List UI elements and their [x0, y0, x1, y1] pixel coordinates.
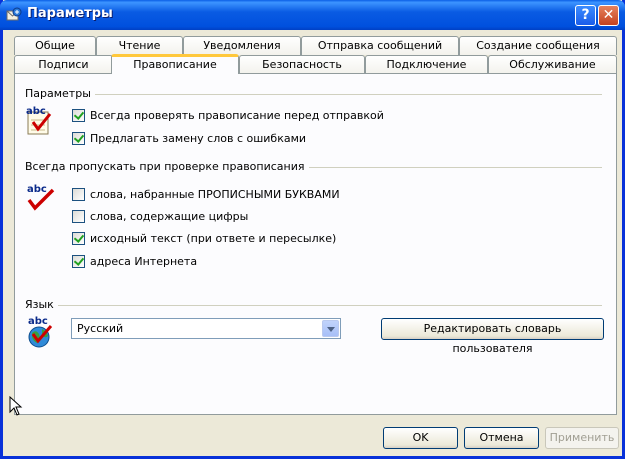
ignore-numbers-label: слова, содержащие цифры [90, 210, 249, 223]
tab-receipts[interactable]: Уведомления [183, 36, 301, 55]
window-title: Параметры [27, 6, 113, 21]
suggest-replacements-label: Предлагать замену слов с ошибками [90, 132, 307, 145]
tab-spelling[interactable]: Правописание [111, 54, 239, 74]
ignore-original-text-checkbox[interactable] [72, 232, 85, 245]
ignore-original-text-label: исходный текст (при ответе и пересылке) [90, 232, 337, 245]
ignore-internet-addresses-checkbox[interactable] [72, 255, 85, 268]
language-select[interactable]: Русский [71, 318, 341, 339]
ignore-numbers-option[interactable]: слова, содержащие цифры [72, 210, 248, 223]
language-globe-icon: abc [28, 316, 53, 348]
ignore-original-text-option[interactable]: исходный текст (при ответе и пересылке) [72, 232, 336, 245]
settings-group-label: Параметры [25, 87, 95, 100]
tab-general[interactable]: Общие [14, 36, 96, 55]
check-spelling-before-send-label: Всегда проверять правописание перед отпр… [90, 109, 384, 122]
tab-security[interactable]: Безопасность [239, 55, 365, 74]
tab-maintenance[interactable]: Обслуживание [488, 55, 617, 74]
ignore-internet-addresses-label: адреса Интернета [90, 255, 198, 268]
tab-compose[interactable]: Создание сообщения [459, 36, 617, 55]
check-spelling-before-send-checkbox[interactable] [72, 109, 85, 122]
svg-text:abc: abc [26, 106, 46, 117]
ignore-uppercase-checkbox[interactable] [72, 188, 85, 201]
settings-group-divider [87, 94, 602, 95]
mouse-pointer-icon [9, 396, 23, 416]
edit-dictionary-button[interactable]: Редактировать словарь пользователя [381, 318, 604, 355]
ignore-numbers-checkbox[interactable] [72, 210, 85, 223]
ignore-group-divider [279, 167, 602, 168]
check-spelling-before-send-option[interactable]: Всегда проверять правописание перед отпр… [72, 109, 384, 122]
spelling-check-icon: abc [27, 184, 55, 211]
language-group-divider [56, 305, 602, 306]
options-dialog: Параметры ? ✕ Общие Чтение Уведомления О… [0, 0, 625, 459]
ignore-internet-addresses-option[interactable]: адреса Интернета [72, 255, 197, 268]
language-group-label: Язык [25, 298, 58, 311]
ignore-uppercase-label: слова, набранные ПРОПИСНЫМИ БУКВАМИ [90, 188, 340, 201]
language-select-value: Русский [77, 322, 124, 335]
outlook-express-icon [6, 7, 22, 21]
cancel-button[interactable]: Отмена [464, 427, 539, 449]
ignore-group-label: Всегда пропускать при проверке правописа… [25, 160, 309, 173]
apply-button[interactable]: Применить [545, 427, 619, 449]
svg-text:abc: abc [28, 316, 48, 327]
title-bar[interactable]: Параметры ? ✕ [0, 0, 625, 30]
tab-signatures[interactable]: Подписи [14, 55, 113, 74]
tab-connection[interactable]: Подключение [365, 55, 488, 74]
ok-button[interactable]: OK [383, 427, 458, 449]
tab-send[interactable]: Отправка сообщений [301, 36, 459, 55]
spelling-notebook-icon: abc [26, 106, 52, 135]
ignore-uppercase-option[interactable]: слова, набранные ПРОПИСНЫМИ БУКВАМИ [72, 188, 340, 201]
svg-text:abc: abc [27, 184, 47, 195]
chevron-down-icon[interactable] [322, 320, 339, 337]
suggest-replacements-option[interactable]: Предлагать замену слов с ошибками [72, 132, 306, 145]
suggest-replacements-checkbox[interactable] [72, 132, 85, 145]
help-button[interactable]: ? [575, 5, 596, 26]
tab-read[interactable]: Чтение [96, 36, 183, 55]
close-button[interactable]: ✕ [598, 5, 619, 26]
